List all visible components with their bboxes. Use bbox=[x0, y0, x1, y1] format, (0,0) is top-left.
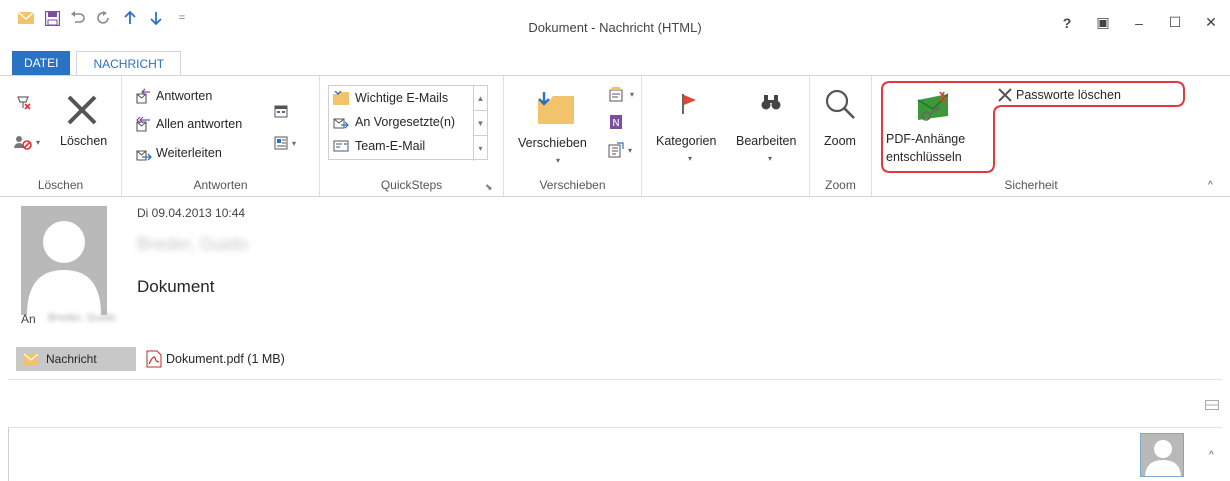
people-pane-toggle[interactable]: ^ bbox=[1209, 450, 1214, 461]
resize-handle-icon[interactable] bbox=[1205, 400, 1219, 410]
header-divider bbox=[8, 379, 1222, 380]
body-divider bbox=[8, 427, 1222, 428]
to-label: An bbox=[21, 312, 36, 326]
received-date: Di 09.04.2013 10:44 bbox=[137, 206, 246, 220]
people-pane-avatar[interactable] bbox=[1140, 433, 1184, 477]
attachment-pdf[interactable]: Dokument.pdf (1 MB) bbox=[146, 350, 285, 368]
envelope-icon bbox=[24, 353, 38, 365]
pdf-file-icon bbox=[146, 350, 162, 368]
attachment-message-tab[interactable]: Nachricht bbox=[16, 347, 136, 371]
sender-avatar bbox=[21, 206, 107, 315]
sender-name[interactable]: Breder, Guido bbox=[137, 234, 248, 255]
highlight-annotation bbox=[881, 81, 1185, 173]
attachment-bar: Nachricht Dokument.pdf (1 MB) bbox=[16, 347, 285, 371]
body-left-border bbox=[8, 427, 9, 481]
to-recipient[interactable]: Breder, Guido bbox=[48, 312, 116, 324]
message-subject: Dokument bbox=[137, 277, 215, 296]
